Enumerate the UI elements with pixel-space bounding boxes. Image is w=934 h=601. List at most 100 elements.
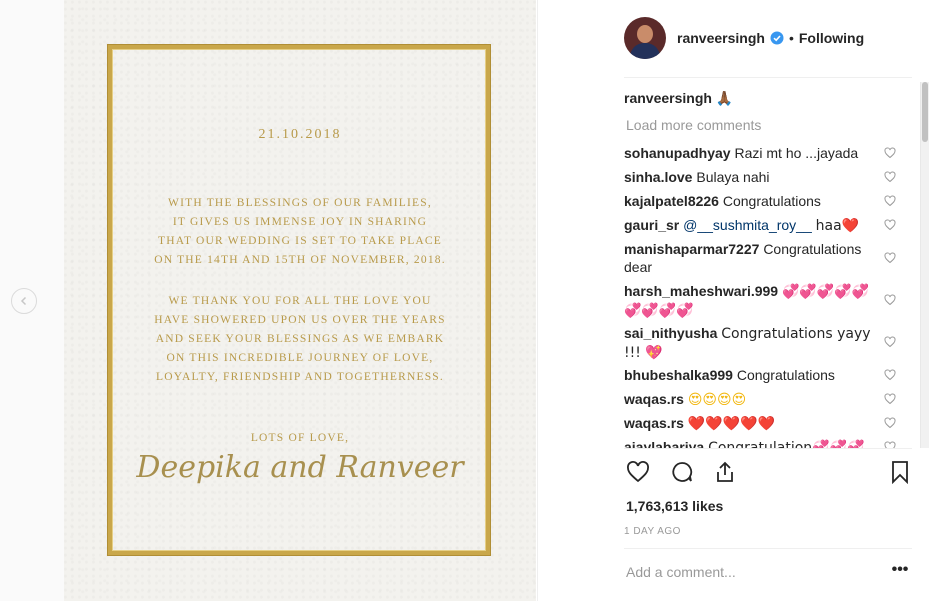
left-gutter [0,0,64,601]
invitation-line: have showered upon us over the years [154,314,446,326]
comment-username[interactable]: sinha.love [624,169,692,185]
invitation-line: and seek your blessings as we embark [155,333,445,345]
comment-bubble-icon [672,462,693,482]
comment-text: ❤️❤️❤️❤️❤️ [687,416,775,432]
comment-button[interactable] [668,458,696,486]
invitation-paragraph-1: With the blessings of our families, it g… [64,194,536,270]
list-item: bhubeshalka999 Congratulations [624,366,880,384]
comment-text: Congratulations [722,193,821,209]
heart-icon [627,461,649,483]
list-item: sohanupadhyay Razi mt ho ...jayada [624,144,880,162]
comment-text: Congratulations [736,367,835,383]
caption: ranveersingh 🙏🏾 [624,90,733,107]
following-button[interactable]: Following [799,30,864,46]
comment-username[interactable]: bhubeshalka999 [624,367,733,383]
list-item: kajalpatel8226 Congratulations [624,192,880,210]
avatar[interactable] [624,16,666,59]
post-header: ranveersingh • Following [624,15,864,60]
comment-username[interactable]: sohanupadhyay [624,145,731,161]
heart-outline-icon [884,219,896,231]
load-more-comments-button[interactable]: Load more comments [626,117,761,133]
heart-outline-icon [884,252,896,264]
more-options-icon[interactable]: ••• [890,562,910,582]
comment-divider [624,548,912,549]
heart-outline-icon [884,336,896,348]
list-item: manishaparmar7227 Congratulations dear [624,240,880,276]
comment-text: Bulaya nahi [696,169,770,185]
list-item: ajaylabariya Congratulation💞💞💞 [624,438,880,448]
like-comment-button[interactable] [884,440,898,448]
heart-outline-icon [884,147,896,159]
share-button[interactable] [711,458,739,486]
heart-outline-icon [884,195,896,207]
invitation-line: We thank you for all the love you [168,295,432,307]
like-comment-button[interactable] [884,170,898,184]
avatar-face [637,24,653,43]
list-item: sinha.love Bulaya nahi [624,168,880,186]
caption-text: 🙏🏾 [715,91,734,107]
chevron-left-icon [20,296,27,306]
comment-text: haa❤️ [815,218,860,234]
like-comment-button[interactable] [884,416,898,430]
bookmark-icon [892,461,908,484]
list-item: sai_nithyusha Congratulations yayy !!! 💖 [624,324,880,362]
list-item: gauri_sr @__sushmita_roy__ haa❤️ [624,216,880,235]
actions-divider [624,448,912,449]
like-comment-button[interactable] [884,293,898,307]
like-comment-button[interactable] [884,146,898,160]
scrollbar-thumb[interactable] [922,82,928,142]
post-details-panel: ranveersingh • Following ranveersingh 🙏🏾… [537,0,934,601]
like-comment-button[interactable] [884,392,898,406]
heart-outline-icon [884,393,896,405]
share-icon [717,461,733,482]
invitation-line: that our wedding is set to take place [157,235,443,247]
invitation-signature: Deepika and Ranveer [136,450,464,485]
like-comment-button[interactable] [884,335,898,349]
like-button[interactable] [624,458,652,486]
likes-count[interactable]: 1,763,613 likes [626,498,723,514]
like-comment-button[interactable] [884,368,898,382]
invitation-line: on the 14th and 15th of November, 2018. [154,254,446,266]
heart-outline-icon [884,369,896,381]
post-image[interactable]: 21.10.2018 With the blessings of our fam… [64,0,536,601]
invitation-closing: Lots of love, [250,432,350,444]
heart-outline-icon [884,294,896,306]
previous-post-button[interactable] [11,288,37,314]
invitation-date: 21.10.2018 [258,127,342,142]
like-comment-button[interactable] [884,251,898,265]
heart-outline-icon [884,417,896,429]
verified-badge-icon [770,31,784,44]
invitation-line: loyalty, friendship and togetherness. [156,371,444,383]
comment-text: Razi mt ho ...jayada [734,145,859,161]
add-comment-input[interactable] [626,562,866,582]
save-button[interactable] [886,458,914,486]
comment-username[interactable]: kajalpatel8226 [624,193,719,209]
comment-text: Congratulation💞💞💞 [708,440,865,448]
like-comment-button[interactable] [884,218,898,232]
comment-text: 😍😍😍😍 [687,392,747,408]
post-timestamp[interactable]: 1 DAY AGO [624,526,681,537]
comment-username[interactable]: gauri_sr [624,217,679,233]
comments-list: ranveersingh 🙏🏾 Load more comments sohan… [624,88,924,448]
list-item: waqas.rs 😍😍😍😍 [624,390,880,409]
comment-username[interactable]: manishaparmar7227 [624,241,759,257]
list-item: harsh_maheshwari.999 💞💞💞💞💞💞💞💞💞 [624,282,880,320]
comment-username[interactable]: waqas.rs [624,391,684,407]
header-separator: • [788,29,794,46]
caption-username[interactable]: ranveersingh [624,90,712,106]
invitation-line: With the blessings of our families, [168,197,432,209]
comment-username[interactable]: waqas.rs [624,415,684,431]
header-divider [624,77,912,78]
heart-outline-icon [884,441,896,448]
comments-scrollbar[interactable] [920,82,929,448]
invitation-line: it gives us immense joy in sharing [172,216,428,228]
comment-username[interactable]: ajaylabariya [624,439,704,448]
avatar-shirt [630,42,660,59]
invitation-line: on this incredible journey of love, [166,352,434,364]
comment-mention-link[interactable]: @__sushmita_roy__ [683,217,812,233]
comment-username[interactable]: sai_nithyusha [624,325,717,341]
comment-username[interactable]: harsh_maheshwari.999 [624,283,778,299]
header-username[interactable]: ranveersingh [677,30,765,46]
like-comment-button[interactable] [884,194,898,208]
list-item: waqas.rs ❤️❤️❤️❤️❤️ [624,414,880,433]
